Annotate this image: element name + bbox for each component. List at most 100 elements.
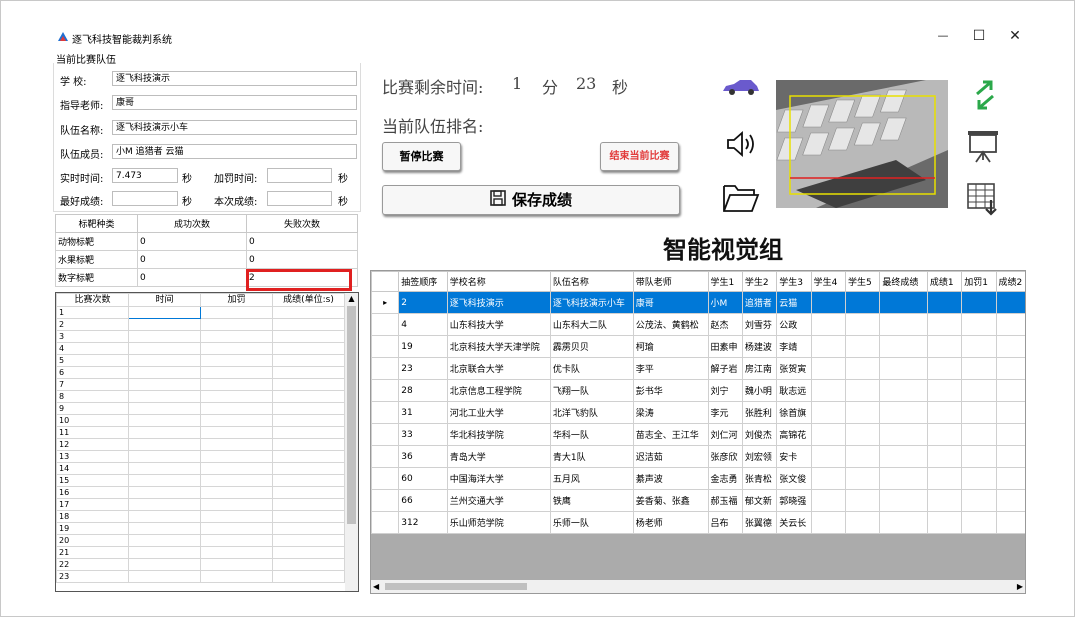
team-name-field[interactable]: 逐飞科技演示小车 xyxy=(112,120,357,135)
rank-student1-cell[interactable]: 李元 xyxy=(707,401,743,424)
rank-draw-cell[interactable]: 28 xyxy=(398,379,448,402)
rank-school-cell[interactable]: 山东科技大学 xyxy=(446,313,551,336)
score-round-cell[interactable]: 13 xyxy=(56,450,129,463)
score-result-cell[interactable] xyxy=(272,474,345,487)
rank-header-draw[interactable]: 抽签顺序 xyxy=(398,271,448,292)
rank-empty-cell[interactable] xyxy=(961,423,997,446)
score-penalty-cell[interactable] xyxy=(200,510,273,523)
penalty-field[interactable] xyxy=(267,168,332,183)
rank-empty-cell[interactable] xyxy=(879,423,928,446)
rank-student3-cell[interactable]: 安卡 xyxy=(776,445,812,468)
score-round-cell[interactable]: 1 xyxy=(56,306,129,319)
rank-empty-cell[interactable] xyxy=(844,313,881,336)
score-time-cell[interactable] xyxy=(128,318,201,331)
rank-student3-cell[interactable]: 耿志远 xyxy=(776,379,812,402)
rank-student2-cell[interactable]: 魏小明 xyxy=(741,379,778,402)
rank-student3-cell[interactable]: 关云长 xyxy=(776,511,812,534)
row-header-cell[interactable] xyxy=(371,489,400,512)
score-round-cell[interactable]: 23 xyxy=(56,570,129,583)
rank-student2-cell[interactable]: 郁文新 xyxy=(741,489,778,512)
speaker-icon[interactable] xyxy=(725,129,757,162)
rank-teacher-cell[interactable]: 迟洁茹 xyxy=(632,445,709,468)
rank-student3-cell[interactable]: 云猫 xyxy=(776,291,812,314)
score-penalty-cell[interactable] xyxy=(200,474,273,487)
score-result-cell[interactable] xyxy=(272,522,345,535)
rank-draw-cell[interactable]: 312 xyxy=(398,511,448,534)
score-penalty-cell[interactable] xyxy=(200,306,273,319)
target-success-cell[interactable]: 0 xyxy=(137,232,247,251)
rank-row[interactable]: 33 华北科技学院 华科一队 苗志全、王江华 刘仁河 刘俊杰 高锦花 xyxy=(371,423,1025,446)
score-round-cell[interactable]: 9 xyxy=(56,402,129,415)
rank-teacher-cell[interactable]: 柯瑜 xyxy=(632,335,709,358)
rank-student3-cell[interactable]: 高锦花 xyxy=(776,423,812,446)
rank-header-score1[interactable]: 成绩1 xyxy=(926,271,963,292)
score-row[interactable]: 5 xyxy=(56,354,345,367)
rank-header-student1[interactable]: 学生1 xyxy=(707,271,743,292)
rank-draw-cell[interactable]: 19 xyxy=(398,335,448,358)
score-time-cell[interactable] xyxy=(128,486,201,499)
score-penalty-cell[interactable] xyxy=(200,558,273,571)
score-time-cell[interactable] xyxy=(128,450,201,463)
score-penalty-cell[interactable] xyxy=(200,402,273,415)
rank-school-cell[interactable]: 青岛大学 xyxy=(446,445,551,468)
rank-draw-cell[interactable]: 33 xyxy=(398,423,448,446)
rank-student1-cell[interactable]: 张彦欣 xyxy=(707,445,743,468)
scroll-thumb[interactable] xyxy=(347,306,356,524)
score-result-cell[interactable] xyxy=(272,366,345,379)
rank-empty-cell[interactable] xyxy=(844,291,881,314)
save-button[interactable]: 保存成绩 xyxy=(382,185,680,215)
rank-teacher-cell[interactable]: 杨老师 xyxy=(632,511,709,534)
rank-empty-cell[interactable] xyxy=(926,291,963,314)
rank-row[interactable]: 4 山东科技大学 山东科大二队 公茂法、黄鹤松 赵杰 刘雪芬 公政 xyxy=(371,313,1025,336)
rank-student2-cell[interactable]: 刘宏领 xyxy=(741,445,778,468)
rank-empty-cell[interactable] xyxy=(810,291,846,314)
rank-row[interactable]: ▸ 2 逐飞科技演示 逐飞科技演示小车 康哥 小M 追猎者 云猫 xyxy=(371,291,1025,314)
score-time-cell[interactable] xyxy=(128,342,201,355)
row-header-cell[interactable] xyxy=(371,379,400,402)
score-penalty-cell[interactable] xyxy=(200,498,273,511)
pause-button[interactable]: 暂停比赛 xyxy=(382,142,461,171)
row-header-cell[interactable] xyxy=(371,467,400,490)
rank-team-cell[interactable]: 优卡队 xyxy=(549,357,634,380)
rank-school-cell[interactable]: 逐飞科技演示 xyxy=(446,291,551,314)
rank-student2-cell[interactable]: 追猎者 xyxy=(741,291,778,314)
rank-empty-cell[interactable] xyxy=(879,379,928,402)
rank-empty-cell[interactable] xyxy=(961,511,997,534)
score-penalty-cell[interactable] xyxy=(200,450,273,463)
rank-empty-cell[interactable] xyxy=(995,357,1025,380)
rank-empty-cell[interactable] xyxy=(879,489,928,512)
target-fail-cell[interactable]: 0 xyxy=(246,232,358,251)
score-row[interactable]: 10 xyxy=(56,414,345,427)
score-round-cell[interactable]: 2 xyxy=(56,318,129,331)
score-round-cell[interactable]: 21 xyxy=(56,546,129,559)
score-penalty-cell[interactable] xyxy=(200,378,273,391)
target-success-cell[interactable]: 0 xyxy=(137,268,247,287)
rank-empty-cell[interactable] xyxy=(844,335,881,358)
rank-header-penalty1[interactable]: 加罚1 xyxy=(961,271,997,292)
rank-draw-cell[interactable]: 31 xyxy=(398,401,448,424)
rank-empty-cell[interactable] xyxy=(879,357,928,380)
score-time-cell[interactable] xyxy=(128,498,201,511)
score-row[interactable]: 14 xyxy=(56,462,345,475)
score-result-cell[interactable] xyxy=(272,402,345,415)
rank-row[interactable]: 31 河北工业大学 北洋飞豹队 梁涛 李元 张胜利 徐首旗 xyxy=(371,401,1025,424)
teacher-field[interactable]: 康哥 xyxy=(112,95,357,110)
rank-row[interactable]: 36 青岛大学 青大1队 迟洁茹 张彦欣 刘宏领 安卡 xyxy=(371,445,1025,468)
score-round-cell[interactable]: 14 xyxy=(56,462,129,475)
score-row[interactable]: 2 xyxy=(56,318,345,331)
rank-empty-cell[interactable] xyxy=(810,489,846,512)
score-penalty-cell[interactable] xyxy=(200,438,273,451)
score-time-cell[interactable] xyxy=(128,534,201,547)
rank-student1-cell[interactable]: 吕布 xyxy=(707,511,743,534)
rank-empty-cell[interactable] xyxy=(995,467,1025,490)
score-penalty-cell[interactable] xyxy=(200,426,273,439)
score-time-cell[interactable] xyxy=(128,306,201,319)
rank-student2-cell[interactable]: 张胜利 xyxy=(741,401,778,424)
rank-school-cell[interactable]: 北京信息工程学院 xyxy=(446,379,551,402)
row-header-cell[interactable] xyxy=(371,445,400,468)
score-time-cell[interactable] xyxy=(128,558,201,571)
rank-student2-cell[interactable]: 刘俊杰 xyxy=(741,423,778,446)
maximize-button[interactable]: ☐ xyxy=(964,25,994,47)
score-row[interactable]: 21 xyxy=(56,546,345,559)
score-result-cell[interactable] xyxy=(272,342,345,355)
